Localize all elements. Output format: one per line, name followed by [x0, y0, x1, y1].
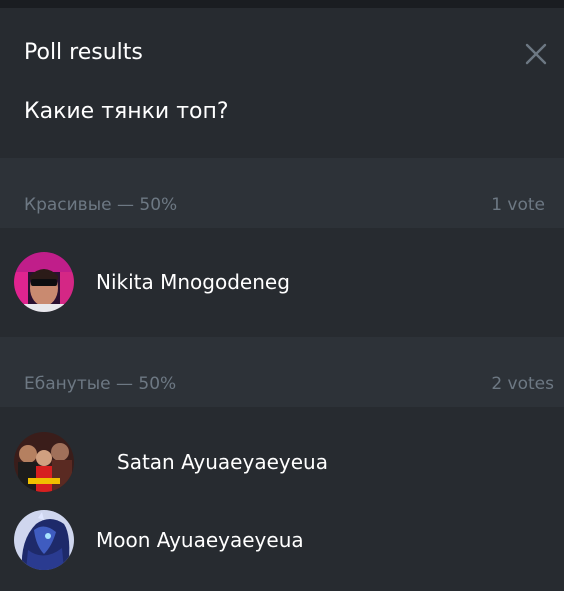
voter-name: Nikita Mnogodeneg — [96, 270, 290, 294]
poll-question: Какие тянки топ? — [24, 99, 229, 124]
close-button[interactable] — [520, 38, 552, 70]
dialog-title: Poll results — [24, 40, 143, 65]
poll-option-header: Ебанутые — 50% 2 votes — [0, 337, 564, 407]
voter-row[interactable]: Moon Ayuaeyaeyeua — [0, 504, 564, 574]
option-vote-count: 1 vote — [491, 195, 545, 215]
option-label: Ебанутые — 50% — [24, 374, 177, 394]
avatar[interactable] — [14, 432, 74, 492]
option-vote-count: 2 votes — [491, 374, 554, 394]
dialog-header: Poll results Какие тянки топ? — [0, 8, 564, 158]
voter-row[interactable]: Satan Ayuaeyaeyeua — [0, 426, 564, 496]
voter-row[interactable]: Nikita Mnogodeneg — [0, 246, 564, 316]
poll-option-header: Красивые — 50% 1 vote — [0, 158, 564, 228]
window-top-strip — [0, 0, 564, 8]
poll-results-dialog: Poll results Какие тянки топ? Красивые —… — [0, 8, 564, 591]
voter-name: Satan Ayuaeyaeyeua — [117, 450, 328, 474]
voter-name: Moon Ayuaeyaeyeua — [96, 528, 304, 552]
avatar[interactable] — [14, 510, 74, 570]
option-label: Красивые — 50% — [24, 195, 178, 215]
avatar[interactable] — [14, 252, 74, 312]
close-icon — [525, 43, 547, 65]
